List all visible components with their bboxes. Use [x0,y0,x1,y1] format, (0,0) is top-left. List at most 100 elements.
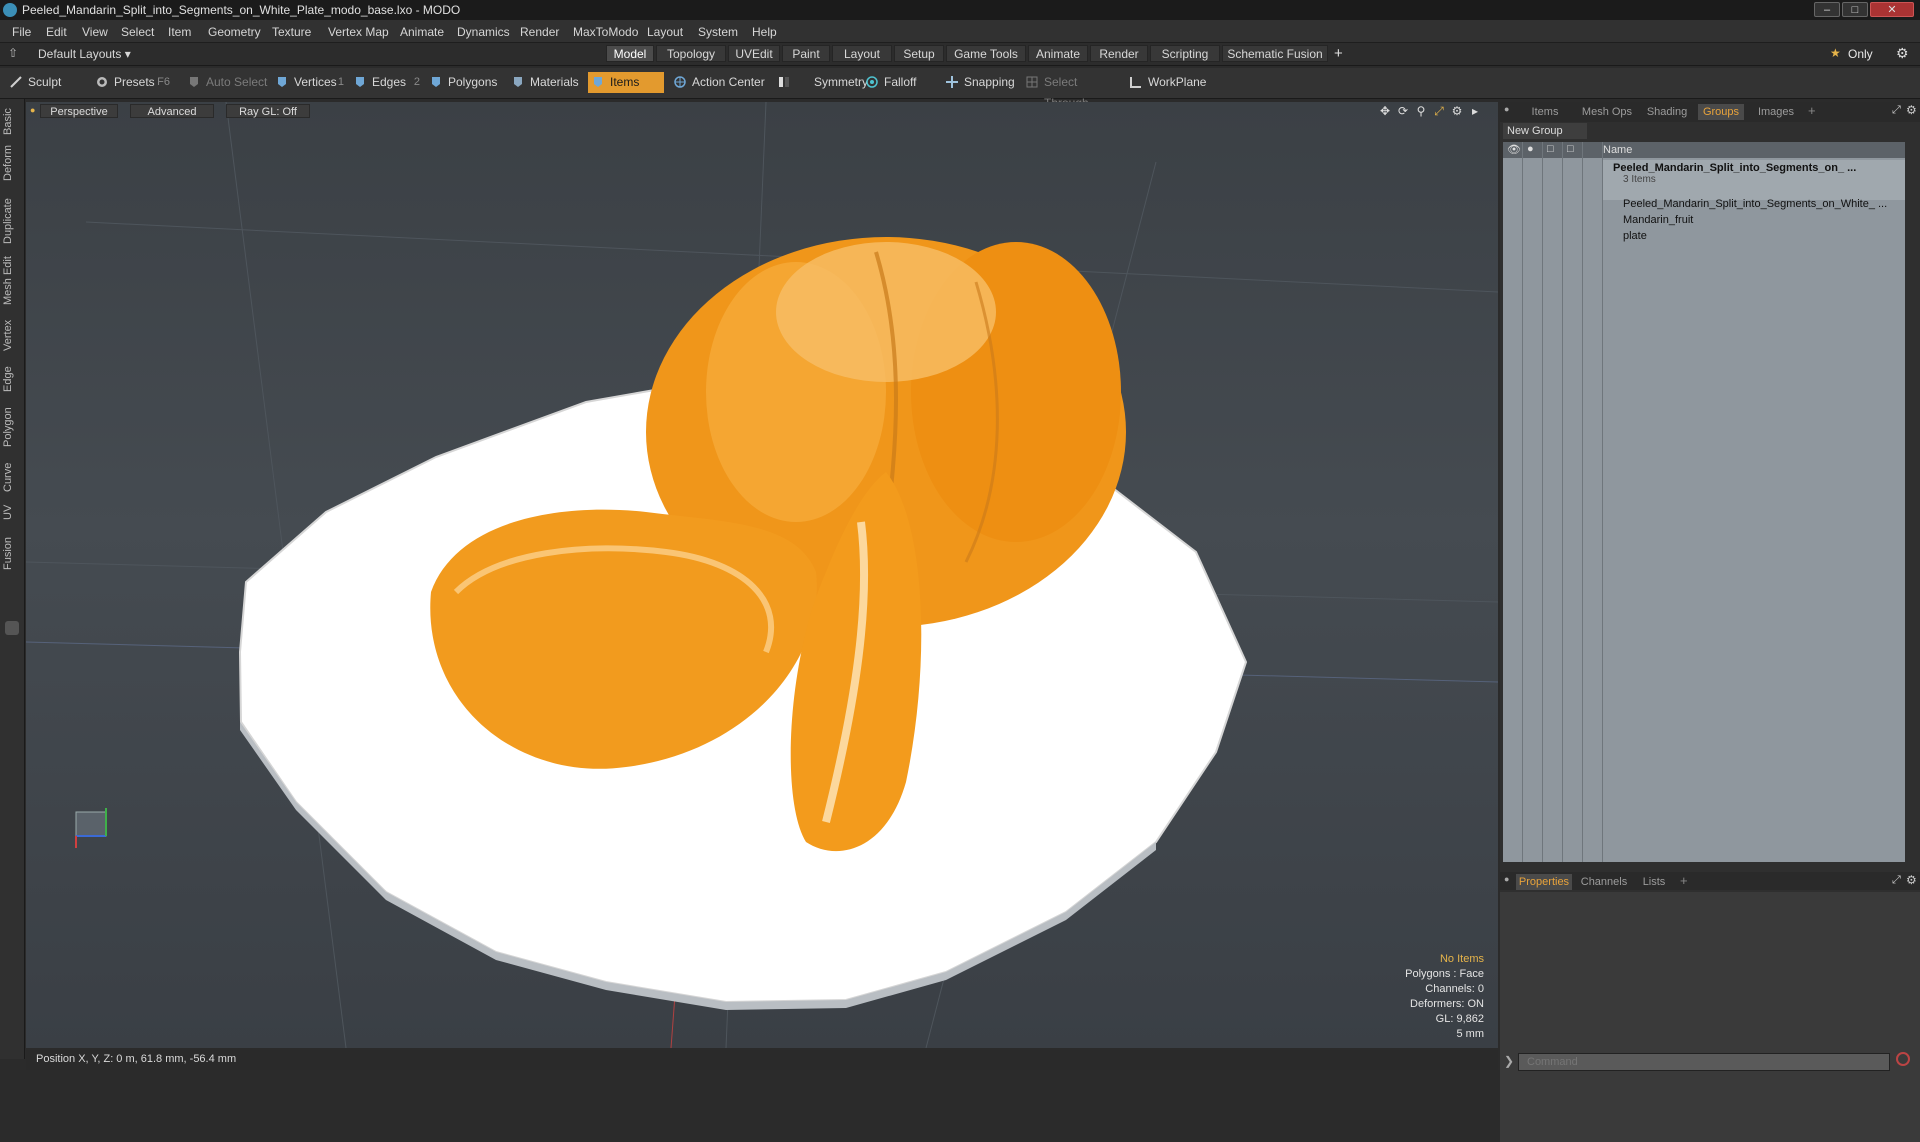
menu-view[interactable]: View [82,25,108,39]
command-input[interactable] [1518,1053,1890,1071]
tab-images[interactable]: Images [1750,104,1802,120]
add-tab-icon[interactable]: + [1334,45,1343,62]
tab-model[interactable]: Model [606,45,654,62]
select-through-button[interactable]: Select Through [1022,72,1118,110]
group-item-mandarin[interactable]: Mandarin_fruit [1623,214,1693,226]
presets-button[interactable]: Presets F6 [92,72,174,93]
action-center-button[interactable]: Action Center [670,72,774,93]
menu-help[interactable]: Help [752,25,777,39]
vtab-fusion[interactable]: Fusion [2,533,22,573]
tab-setup[interactable]: Setup [894,45,944,62]
col-divider-2 [1523,142,1543,862]
menu-render[interactable]: Render [520,25,559,39]
gear-icon[interactable]: ⚙ [1896,45,1909,62]
vertices-icon [278,77,286,87]
tab-render[interactable]: Render [1090,45,1148,62]
group-row-selected[interactable]: Peeled_Mandarin_Split_into_Segments_on_ … [1603,160,1905,200]
edges-button[interactable]: Edges 2 [350,72,424,93]
vtab-deform[interactable]: Deform [2,143,22,183]
layout-bar: ⇧ Default Layouts ▾ Model Topology UVEdi… [0,43,1920,66]
tab-properties[interactable]: Properties [1516,874,1572,890]
vtab-edge[interactable]: Edge [2,363,22,395]
group-item-plate[interactable]: plate [1623,230,1647,242]
viewport-settings-icon[interactable]: ⚙ [1450,104,1464,118]
menu-layout[interactable]: Layout [647,25,683,39]
perspective-dropdown[interactable]: Perspective [40,104,118,118]
new-group-button[interactable]: New Group [1503,123,1587,139]
default-layouts-dropdown[interactable]: Default Layouts ▾ [38,47,131,61]
hud-channels: Channels: 0 [1425,983,1484,995]
sculpt-button[interactable]: Sculpt [6,72,90,93]
vtab-basic[interactable]: Basic [2,105,22,139]
menu-animate[interactable]: Animate [400,25,444,39]
expand-panel-icon[interactable]: ⤢ [1892,104,1901,117]
only-toggle[interactable]: Only [1848,47,1873,61]
tab-items[interactable]: Items [1520,104,1570,120]
vtab-polygon[interactable]: Polygon [2,403,22,451]
tab-shading[interactable]: Shading [1640,104,1694,120]
vtab-mesh-edit[interactable]: Mesh Edit [2,255,22,307]
advanced-dropdown[interactable]: Advanced [130,104,214,118]
tab-topology[interactable]: Topology [656,45,726,62]
viewport-menu-icon[interactable]: ▸ [1468,104,1482,118]
tab-game-tools[interactable]: Game Tools [946,45,1026,62]
3d-viewport[interactable]: ● Perspective Advanced Ray GL: Off ✥ ⟳ ⚲… [26,102,1498,1048]
vtab-uv[interactable]: UV [2,501,22,523]
menu-file[interactable]: File [12,25,31,39]
items-button[interactable]: Items [588,72,664,93]
menu-system[interactable]: System [698,25,738,39]
menu-edit[interactable]: Edit [46,25,67,39]
tab-channels[interactable]: Channels [1578,874,1630,890]
status-bar: Position X, Y, Z: 0 m, 61.8 mm, -56.4 mm [26,1050,1498,1070]
menu-select[interactable]: Select [121,25,154,39]
minimize-button[interactable]: – [1814,2,1840,17]
col-divider-3 [1543,142,1563,862]
tab-paint[interactable]: Paint [782,45,830,62]
polygons-button[interactable]: Polygons [426,72,502,93]
menu-vertex-map[interactable]: Vertex Map [328,25,389,39]
layout-arrow-icon[interactable]: ⇧ [8,46,18,60]
vertices-button[interactable]: Vertices 1 [272,72,348,93]
vtab-curve[interactable]: Curve [2,459,22,495]
tab-animate[interactable]: Animate [1028,45,1088,62]
workplane-button[interactable]: WorkPlane [1126,72,1210,93]
zoom-icon[interactable]: ⚲ [1414,104,1428,118]
tab-mesh-ops[interactable]: Mesh Ops [1578,104,1636,120]
name-column-header[interactable]: Name [1603,144,1632,156]
right-panel: ● Items Mesh Ops Shading Groups Images +… [1500,102,1920,1142]
tab-uvedit[interactable]: UVEdit [728,45,780,62]
tab-schematic-fusion[interactable]: Schematic Fusion [1222,45,1328,62]
vtab-duplicate[interactable]: Duplicate [2,195,22,247]
vtab-vertex[interactable]: Vertex [2,315,22,355]
raygl-dropdown[interactable]: Ray GL: Off [226,104,310,118]
snapping-button[interactable]: Snapping [942,72,1024,93]
tab-layout[interactable]: Layout [832,45,892,62]
strip-toggle-button[interactable] [5,621,19,635]
add-panel-tab-icon[interactable]: + [1808,103,1816,118]
pan-icon[interactable]: ✥ [1378,104,1392,118]
group-item-mesh-1[interactable]: Peeled_Mandarin_Split_into_Segments_on_W… [1623,198,1887,210]
tab-groups[interactable]: Groups [1698,104,1744,120]
maximize-button[interactable]: □ [1842,2,1868,17]
menu-texture[interactable]: Texture [272,25,311,39]
symmetry-button[interactable]: Symmetry [774,72,868,93]
tab-lists[interactable]: Lists [1634,874,1674,890]
falloff-button[interactable]: Falloff [862,72,942,93]
add-props-tab-icon[interactable]: + [1680,873,1688,888]
materials-button[interactable]: Materials [508,72,588,93]
menu-geometry[interactable]: Geometry [208,25,261,39]
menu-maxtomodo[interactable]: MaxToModo [573,25,638,39]
command-history-icon[interactable] [1896,1052,1910,1066]
rotate-icon[interactable]: ⟳ [1396,104,1410,118]
close-button[interactable]: ✕ [1870,2,1914,17]
panel-settings-icon[interactable]: ⚙ [1906,103,1917,117]
auto-select-button[interactable]: Auto Select [184,72,268,93]
menu-item[interactable]: Item [168,25,191,39]
menu-dynamics[interactable]: Dynamics [457,25,510,39]
props-expand-icon[interactable]: ⤢ [1892,874,1901,887]
tab-scripting[interactable]: Scripting [1150,45,1220,62]
hud-unit: 5 mm [1456,1028,1485,1040]
window-title: Peeled_Mandarin_Split_into_Segments_on_W… [22,3,461,17]
props-settings-icon[interactable]: ⚙ [1906,873,1917,887]
fit-icon[interactable]: ⤢ [1432,104,1446,118]
